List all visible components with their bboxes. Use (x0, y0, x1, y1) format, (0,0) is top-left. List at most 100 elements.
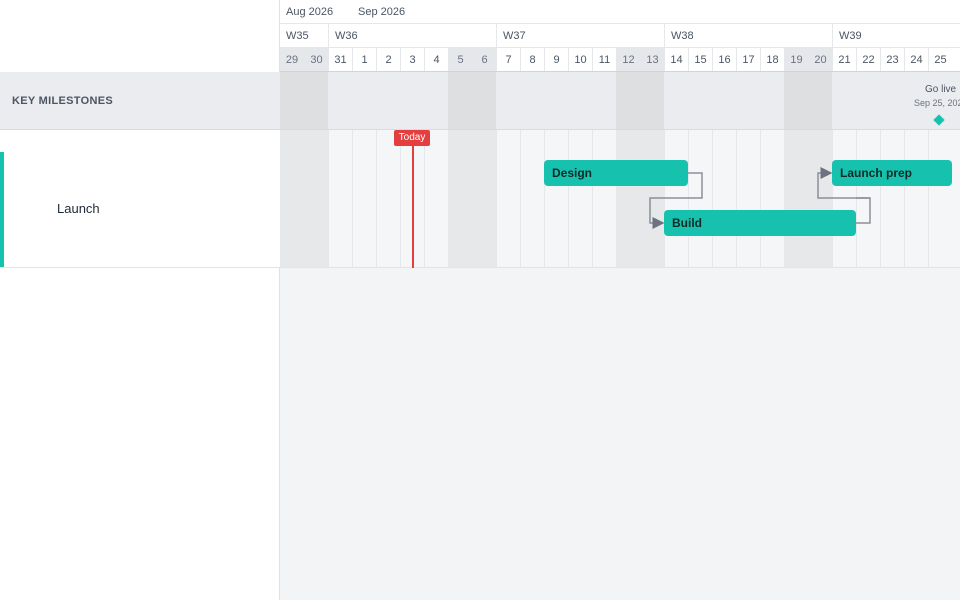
day-column (328, 72, 352, 129)
day-column (880, 130, 904, 267)
day-column (424, 72, 448, 129)
day-column (280, 72, 304, 129)
day-column (304, 72, 328, 129)
day-column (328, 130, 352, 267)
day-column (808, 72, 832, 129)
day-column (880, 72, 904, 129)
day-cell: 13 (640, 48, 664, 71)
day-cell: 12 (616, 48, 640, 71)
day-cell: 25 (928, 48, 952, 71)
day-column (424, 130, 448, 267)
row-accent-bar (0, 152, 4, 267)
milestone-date: Sep 25, 2026 (914, 98, 960, 108)
day-cell: 1 (352, 48, 376, 71)
task-bar-launch-prep[interactable]: Launch prep (832, 160, 952, 186)
day-cell: 2 (376, 48, 400, 71)
day-column (448, 72, 472, 129)
week-cell: W35 (286, 30, 309, 42)
day-column (688, 130, 712, 267)
day-cell: 9 (544, 48, 568, 71)
day-cell: 23 (880, 48, 904, 71)
day-column (688, 72, 712, 129)
day-column (544, 130, 568, 267)
day-column (856, 72, 880, 129)
day-cell: 4 (424, 48, 448, 71)
day-cell: 10 (568, 48, 592, 71)
day-column (400, 72, 424, 129)
day-cell: 11 (592, 48, 616, 71)
day-column (760, 130, 784, 267)
week-header-row: W35 W36 W37 W38 W39 (280, 24, 960, 48)
day-column (832, 72, 856, 129)
week-cell: W38 (664, 24, 832, 47)
day-column (520, 130, 544, 267)
today-flag: Today (394, 130, 430, 146)
day-column (568, 130, 592, 267)
task-bar-build[interactable]: Build (664, 210, 856, 236)
day-cell: 21 (832, 48, 856, 71)
day-column (304, 130, 328, 267)
sidebar-row-launch[interactable]: Launch (0, 130, 280, 268)
day-column (448, 130, 472, 267)
day-column (712, 72, 736, 129)
day-cell: 19 (784, 48, 808, 71)
day-column (496, 72, 520, 129)
day-column (352, 130, 376, 267)
day-column (376, 72, 400, 129)
month-cell: Aug 2026 (286, 6, 334, 18)
task-bar-design[interactable]: Design (544, 160, 688, 186)
day-cell: 15 (688, 48, 712, 71)
day-column (784, 72, 808, 129)
day-column (616, 72, 640, 129)
day-column (280, 130, 304, 267)
day-column (760, 72, 784, 129)
day-column (544, 72, 568, 129)
day-cell: 30 (304, 48, 328, 71)
day-column (664, 72, 688, 129)
day-cell: 16 (712, 48, 736, 71)
day-column (592, 72, 616, 129)
day-column (832, 130, 856, 267)
day-header-row: 29 30 31 1 2 3 4 5 6 7 8 9 10 11 12 13 14 15 16 17 18 19 20 21 2… (280, 48, 960, 72)
day-column (784, 130, 808, 267)
week-cell: W39 (832, 24, 960, 47)
day-cell: 6 (472, 48, 496, 71)
day-cell: 22 (856, 48, 880, 71)
day-column (568, 72, 592, 129)
day-column (928, 130, 952, 267)
day-cell: 17 (736, 48, 760, 71)
day-cell: 29 (280, 48, 304, 71)
day-cell: 31 (328, 48, 352, 71)
day-cell: 7 (496, 48, 520, 71)
gantt-timeline[interactable]: Aug 2026 Sep 2026 W35 W36 W37 W38 W39 29… (280, 0, 960, 600)
day-column (904, 130, 928, 267)
day-column (640, 72, 664, 129)
day-column (496, 130, 520, 267)
day-column (472, 130, 496, 267)
milestones-timeline-band (280, 72, 960, 130)
sidebar: KEY MILESTONES Launch (0, 0, 280, 600)
key-milestones-header: KEY MILESTONES (0, 72, 280, 130)
day-cell: 18 (760, 48, 784, 71)
milestone-name: Go live (925, 84, 957, 95)
day-column (376, 130, 400, 267)
day-column (520, 72, 544, 129)
day-column (592, 130, 616, 267)
day-cell: 5 (448, 48, 472, 71)
day-column (808, 130, 832, 267)
row-label-launch: Launch (57, 201, 100, 216)
day-column (856, 130, 880, 267)
day-cell: 3 (400, 48, 424, 71)
month-cell: Sep 2026 (358, 6, 406, 18)
timeline-row-launch (280, 130, 960, 268)
day-column (736, 130, 760, 267)
week-cell: W36 (328, 24, 496, 47)
day-cell: 20 (808, 48, 832, 71)
key-milestones-label: KEY MILESTONES (12, 95, 113, 107)
day-column (712, 130, 736, 267)
day-column (736, 72, 760, 129)
day-column (616, 130, 640, 267)
week-cell: W37 (496, 24, 664, 47)
today-line (412, 130, 414, 268)
day-column (640, 130, 664, 267)
